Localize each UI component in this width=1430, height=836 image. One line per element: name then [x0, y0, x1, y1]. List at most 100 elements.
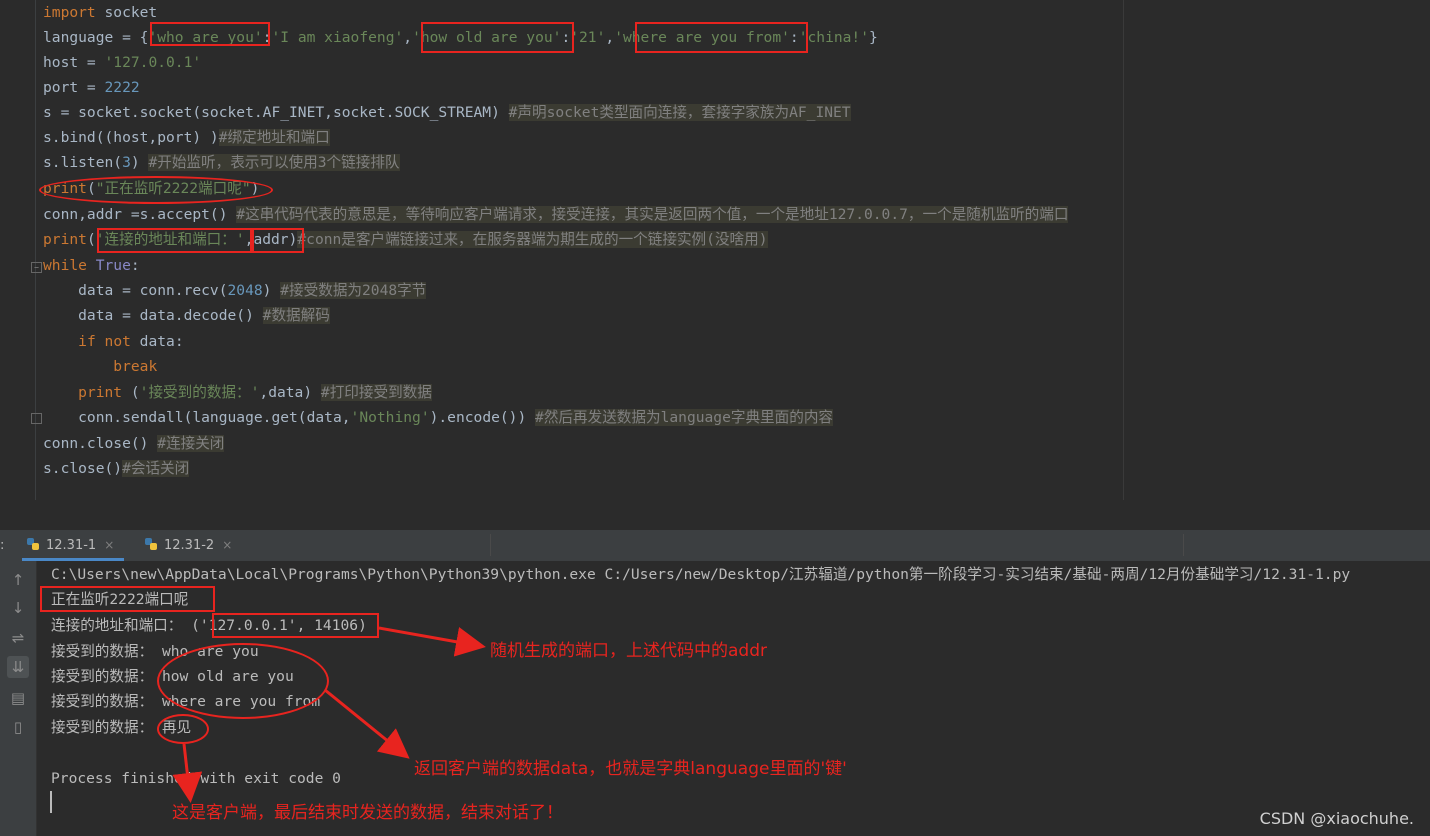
- close-icon[interactable]: ×: [222, 538, 232, 552]
- code-line-9[interactable]: conn,addr =s.accept() #这串代码代表的意思是，等待响应客户…: [43, 202, 1069, 227]
- code-text: :: [130, 257, 140, 274]
- console-process-finished: Process finished with exit code 0: [51, 770, 341, 787]
- run-console[interactable]: C:\Users\new\AppData\Local\Programs\Pyth…: [37, 561, 1430, 836]
- code-line-4[interactable]: port = 2222: [43, 75, 140, 100]
- editor-gutter: [0, 0, 36, 500]
- code-text: ): [250, 180, 260, 197]
- code-text: }: [869, 29, 878, 46]
- code-text: (: [86, 180, 96, 197]
- soft-wrap-icon[interactable]: ⇌: [9, 629, 27, 647]
- panel-separator: [0, 500, 1430, 530]
- string-literal: "正在监听2222端口呢": [95, 180, 251, 197]
- python-file-icon: [27, 538, 39, 550]
- code-text: socket: [95, 4, 158, 21]
- scroll-down-icon[interactable]: ↓: [9, 599, 27, 617]
- console-command: C:\Users\new\AppData\Local\Programs\Pyth…: [51, 566, 1351, 583]
- code-line-16[interactable]: print ('接受到的数据：',data) #打印接受到数据: [43, 380, 432, 405]
- code-text: ): [262, 282, 281, 299]
- builtin-print: print: [78, 384, 123, 401]
- code-line-15[interactable]: break: [43, 354, 157, 379]
- console-output-recv: 接受到的数据： where are you from: [51, 689, 320, 714]
- code-line-1[interactable]: import socket: [43, 0, 157, 25]
- code-text: ,: [605, 29, 615, 46]
- code-line-19[interactable]: s.close()#会话关闭: [43, 456, 190, 481]
- code-text: s.listen(: [43, 154, 123, 171]
- code-comment: #然后再发送数据为language字典里面的内容: [535, 409, 834, 426]
- code-comment: #这串代码代表的意思是，等待响应客户端请求，接受连接，其实是返回两个值，一个是地…: [236, 206, 1069, 223]
- code-text: ,addr): [244, 231, 298, 248]
- print-icon[interactable]: ▤: [9, 689, 27, 707]
- code-line-2[interactable]: language = {'who are you': 'I am xiaofeng…: [43, 25, 878, 50]
- panel-marker: :: [0, 538, 5, 553]
- code-text: ).encode()): [429, 409, 536, 426]
- code-line-11[interactable]: while True:: [43, 253, 140, 278]
- console-address: ('127.0.0.1', 14106): [191, 617, 367, 634]
- code-line-8[interactable]: print("正在监听2222端口呢"): [43, 176, 259, 201]
- tab-run-2[interactable]: 12.31-2 ×: [140, 530, 244, 561]
- tab-run-1[interactable]: 12.31-1 ×: [22, 530, 124, 561]
- code-text: data = data.decode(): [43, 307, 263, 324]
- run-toolstrip: ↑ ↓ ⇌ ⇊ ▤ ▯: [0, 561, 37, 836]
- console-value: who are you: [161, 643, 259, 660]
- code-line-17[interactable]: conn.sendall(language.get(data,'Nothing'…: [43, 405, 834, 430]
- code-comment: #会话关闭: [122, 460, 190, 477]
- console-output-recv: 接受到的数据： how old are you: [51, 664, 294, 689]
- code-line-5[interactable]: s = socket.socket(socket.AF_INET,socket.…: [43, 100, 851, 125]
- code-comment: #绑定地址和端口: [218, 129, 330, 146]
- dict-key: 'how old are you': [412, 29, 562, 46]
- code-comment: #数据解码: [262, 307, 330, 324]
- console-label: 接受到的数据：: [51, 719, 162, 736]
- python-file-icon: [145, 538, 157, 550]
- code-editor[interactable]: import socket language = {'who are you':…: [0, 0, 1430, 500]
- builtin-constant: True: [95, 257, 131, 274]
- number-literal: 2222: [104, 79, 140, 96]
- code-text: :: [561, 29, 571, 46]
- scroll-up-icon[interactable]: ↑: [9, 571, 27, 589]
- code-comment: #声明socket类型面向连接，套接字家族为AF_INET: [508, 104, 851, 121]
- console-value: where are you from: [161, 693, 321, 710]
- code-text: (: [86, 231, 96, 248]
- code-text: conn.close(): [43, 435, 158, 452]
- close-icon[interactable]: ×: [104, 538, 114, 552]
- dict-key: 'where are you from': [614, 29, 790, 46]
- code-text: s.bind((host,port) ): [43, 129, 219, 146]
- code-text: ): [130, 154, 149, 171]
- code-line-12[interactable]: data = conn.recv(2048) #接受数据为2048字节: [43, 278, 427, 303]
- builtin-print: print: [43, 180, 87, 197]
- code-line-6[interactable]: s.bind((host,port) )#绑定地址和端口: [43, 125, 330, 150]
- tab-divider: [490, 534, 491, 556]
- code-text: ,: [403, 29, 413, 46]
- keyword: while: [43, 257, 87, 274]
- string-literal: '127.0.0.1': [104, 54, 202, 71]
- scroll-to-end-icon[interactable]: ⇊: [7, 656, 29, 678]
- fold-toggle-icon[interactable]: −: [31, 262, 42, 273]
- code-text: s = socket.socket(socket.AF_INET,socket.…: [43, 104, 509, 121]
- annotation-keys: 返回客户端的数据data，也就是字典language里面的'键': [414, 759, 847, 779]
- code-line-10[interactable]: print('连接的地址和端口：',addr)#conn是客户端链接过来，在服务…: [43, 227, 768, 252]
- string-literal: '接受到的数据：': [139, 384, 260, 401]
- code-comment: #接受数据为2048字节: [280, 282, 427, 299]
- fold-end-icon[interactable]: [31, 413, 42, 424]
- code-line-18[interactable]: conn.close() #连接关闭: [43, 431, 225, 456]
- tab-divider: [1183, 534, 1184, 556]
- keyword: if: [78, 333, 96, 350]
- code-text: port =: [43, 79, 105, 96]
- console-label: 连接的地址和端口：: [51, 617, 192, 634]
- code-line-7[interactable]: s.listen(3) #开始监听，表示可以使用3个链接排队: [43, 150, 400, 175]
- code-line-3[interactable]: host = '127.0.0.1': [43, 50, 201, 75]
- trash-icon[interactable]: ▯: [9, 718, 27, 736]
- annotation-client: 这是客户端，最后结束时发送的数据，结束对话了！: [172, 803, 563, 823]
- console-output-listening: 正在监听2222端口呢: [51, 591, 189, 608]
- console-label: 接受到的数据：: [51, 643, 162, 660]
- number-literal: 2048: [227, 282, 263, 299]
- tab-label: 12.31-2: [164, 538, 215, 553]
- code-text: (: [122, 384, 140, 401]
- code-line-13[interactable]: data = data.decode() #数据解码: [43, 303, 330, 328]
- code-line-14[interactable]: if not data:: [43, 329, 183, 354]
- keyword: not: [104, 333, 131, 350]
- dict-value: '21': [570, 29, 606, 46]
